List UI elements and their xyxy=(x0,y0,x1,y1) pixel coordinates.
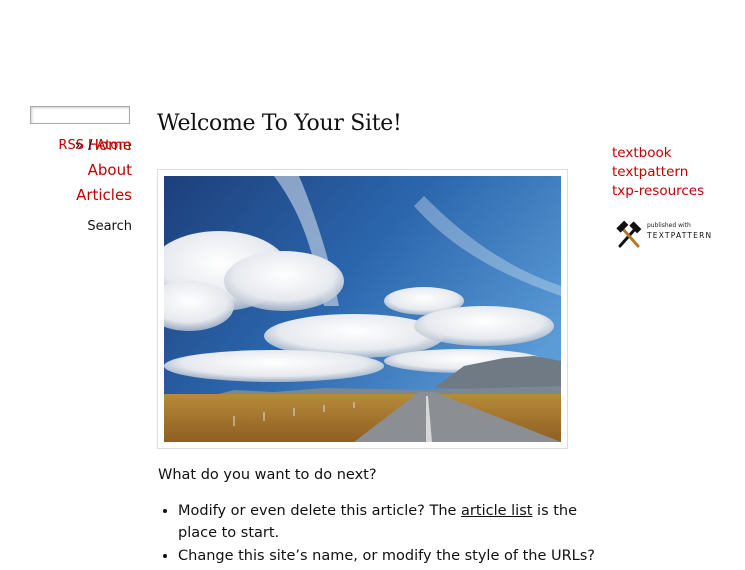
search-label: Search xyxy=(87,219,132,234)
link-textbook[interactable]: textbook xyxy=(612,144,704,163)
textpattern-brand: TEXTPATTERN xyxy=(647,231,713,240)
article-body: What do you want to do next? Modify or e… xyxy=(158,464,598,568)
list-item: Modify or even delete this article? The … xyxy=(178,500,598,544)
rss-link[interactable]: RSS xyxy=(58,138,84,153)
next-steps-list: Modify or even delete this article? The … xyxy=(158,500,598,567)
link-txp-resources[interactable]: txp-resources xyxy=(612,182,704,201)
article-list-link[interactable]: article list xyxy=(461,503,532,519)
list-item: Change this site’s name, or modify the s… xyxy=(178,545,598,567)
published-with-label: published with xyxy=(647,222,691,229)
nav-item-about[interactable]: About xyxy=(0,158,132,183)
landscape-photo xyxy=(164,176,561,442)
article-image-frame xyxy=(157,169,568,449)
feed-separator: / xyxy=(83,138,97,153)
page-title: Welcome To Your Site! xyxy=(157,111,402,136)
search-input[interactable] xyxy=(30,106,130,124)
feed-links: RSS / Atom xyxy=(0,138,131,153)
nav-item-articles[interactable]: Articles xyxy=(0,183,132,208)
link-list: textbook textpattern txp-resources xyxy=(612,144,704,201)
article-intro: What do you want to do next? xyxy=(158,467,377,483)
textpattern-badge[interactable]: published with TEXTPATTERN xyxy=(614,220,719,252)
list-item-text: Modify or even delete this article? The xyxy=(178,503,462,519)
link-textpattern[interactable]: textpattern xyxy=(612,163,704,182)
atom-link[interactable]: Atom xyxy=(97,138,131,153)
hammers-icon xyxy=(616,220,642,248)
